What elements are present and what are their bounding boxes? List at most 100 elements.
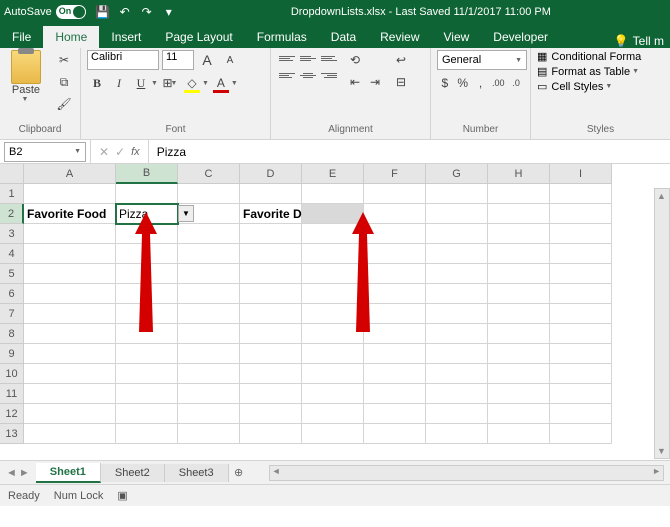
cell[interactable] bbox=[116, 324, 178, 344]
cell[interactable] bbox=[550, 304, 612, 324]
cell[interactable] bbox=[426, 384, 488, 404]
cell[interactable] bbox=[24, 224, 116, 244]
column-header[interactable]: F bbox=[364, 164, 426, 184]
cell[interactable] bbox=[364, 304, 426, 324]
cell[interactable] bbox=[550, 364, 612, 384]
cell[interactable] bbox=[116, 344, 178, 364]
cell[interactable] bbox=[178, 364, 240, 384]
formula-input[interactable]: Pizza bbox=[149, 145, 670, 159]
cell[interactable] bbox=[426, 184, 488, 204]
row-header[interactable]: 10 bbox=[0, 364, 24, 384]
cell[interactable] bbox=[24, 304, 116, 324]
cell[interactable] bbox=[426, 364, 488, 384]
cell[interactable] bbox=[426, 244, 488, 264]
decrease-decimal-button[interactable]: .0 bbox=[508, 73, 524, 93]
cell[interactable] bbox=[178, 344, 240, 364]
cell[interactable] bbox=[488, 424, 550, 444]
tab-file[interactable]: File bbox=[0, 26, 43, 48]
cell[interactable] bbox=[488, 364, 550, 384]
cell[interactable] bbox=[302, 284, 364, 304]
column-header[interactable]: D bbox=[240, 164, 302, 184]
cell[interactable] bbox=[116, 364, 178, 384]
row-header[interactable]: 3 bbox=[0, 224, 24, 244]
cell[interactable] bbox=[240, 244, 302, 264]
row-header[interactable]: 1 bbox=[0, 184, 24, 204]
cell[interactable] bbox=[178, 264, 240, 284]
borders-button[interactable]: ⊞▼ bbox=[160, 73, 180, 93]
row-header[interactable]: 7 bbox=[0, 304, 24, 324]
cell[interactable] bbox=[488, 184, 550, 204]
cell[interactable] bbox=[364, 344, 426, 364]
cell[interactable] bbox=[426, 264, 488, 284]
align-left-button[interactable] bbox=[277, 67, 297, 83]
cell[interactable] bbox=[364, 424, 426, 444]
cell[interactable] bbox=[364, 384, 426, 404]
chevron-down-icon[interactable]: ▼ bbox=[202, 80, 209, 87]
cell[interactable] bbox=[426, 284, 488, 304]
percent-button[interactable]: % bbox=[455, 73, 471, 93]
sheet-tab-1[interactable]: Sheet1 bbox=[36, 463, 101, 483]
cell[interactable] bbox=[426, 424, 488, 444]
column-header[interactable]: B bbox=[116, 164, 178, 184]
cell[interactable] bbox=[364, 224, 426, 244]
vertical-scrollbar[interactable] bbox=[654, 188, 670, 459]
cell[interactable] bbox=[364, 264, 426, 284]
column-header[interactable]: E bbox=[302, 164, 364, 184]
enter-icon[interactable]: ✓ bbox=[115, 145, 125, 159]
cell[interactable] bbox=[488, 224, 550, 244]
merge-button[interactable]: ⊟ bbox=[391, 72, 411, 92]
cell[interactable] bbox=[240, 344, 302, 364]
cell[interactable] bbox=[364, 184, 426, 204]
cell[interactable] bbox=[24, 324, 116, 344]
cell[interactable] bbox=[550, 204, 612, 224]
row-header[interactable]: 11 bbox=[0, 384, 24, 404]
redo-icon[interactable]: ↷ bbox=[140, 5, 154, 19]
sheet-nav-next[interactable]: ► bbox=[19, 467, 30, 479]
worksheet-grid[interactable]: A B C D E F G H I 12Favorite FoodPizza▼F… bbox=[0, 164, 670, 460]
cell[interactable] bbox=[426, 404, 488, 424]
cell[interactable] bbox=[240, 324, 302, 344]
cell[interactable] bbox=[116, 284, 178, 304]
sheet-tab-3[interactable]: Sheet3 bbox=[165, 464, 229, 482]
cell[interactable] bbox=[550, 384, 612, 404]
increase-indent-button[interactable]: ⇥ bbox=[365, 72, 385, 92]
cell[interactable] bbox=[488, 324, 550, 344]
row-header[interactable]: 2 bbox=[0, 204, 24, 224]
cell[interactable] bbox=[240, 364, 302, 384]
name-box[interactable]: B2 ▼ bbox=[4, 142, 86, 162]
cell[interactable]: Favorite Food bbox=[24, 204, 116, 224]
toggle-switch[interactable]: On bbox=[56, 5, 86, 19]
cell-styles-button[interactable]: ▭Cell Styles▼ bbox=[537, 80, 664, 93]
cell[interactable] bbox=[550, 404, 612, 424]
cell[interactable] bbox=[24, 344, 116, 364]
row-header[interactable]: 9 bbox=[0, 344, 24, 364]
cell[interactable] bbox=[302, 204, 364, 224]
chevron-down-icon[interactable]: ▼ bbox=[231, 80, 238, 87]
cell[interactable] bbox=[24, 264, 116, 284]
cell[interactable] bbox=[240, 284, 302, 304]
cell[interactable] bbox=[24, 424, 116, 444]
align-right-button[interactable] bbox=[319, 67, 339, 83]
cell[interactable] bbox=[24, 404, 116, 424]
cell[interactable] bbox=[302, 324, 364, 344]
conditional-formatting-button[interactable]: ▦Conditional Forma bbox=[537, 50, 664, 63]
fill-color-button[interactable]: ◇ bbox=[182, 73, 202, 93]
orientation-button[interactable]: ⟲ bbox=[345, 50, 365, 70]
cancel-icon[interactable]: ✕ bbox=[99, 145, 109, 159]
font-color-button[interactable]: A bbox=[211, 73, 231, 93]
cell[interactable] bbox=[302, 264, 364, 284]
cell[interactable] bbox=[116, 224, 178, 244]
cell[interactable] bbox=[178, 184, 240, 204]
cell[interactable] bbox=[302, 424, 364, 444]
tab-view[interactable]: View bbox=[432, 26, 482, 48]
cell[interactable] bbox=[550, 224, 612, 244]
horizontal-scrollbar[interactable] bbox=[269, 465, 664, 481]
cell[interactable] bbox=[364, 244, 426, 264]
qat-more-icon[interactable]: ▾ bbox=[162, 5, 176, 19]
underline-button[interactable]: U bbox=[131, 73, 151, 93]
column-header[interactable]: I bbox=[550, 164, 612, 184]
column-header[interactable]: G bbox=[426, 164, 488, 184]
decrease-font-button[interactable]: A bbox=[220, 50, 240, 70]
tell-me-search[interactable]: 💡 Tell m bbox=[608, 34, 670, 48]
font-size-select[interactable]: 11 bbox=[162, 50, 194, 70]
